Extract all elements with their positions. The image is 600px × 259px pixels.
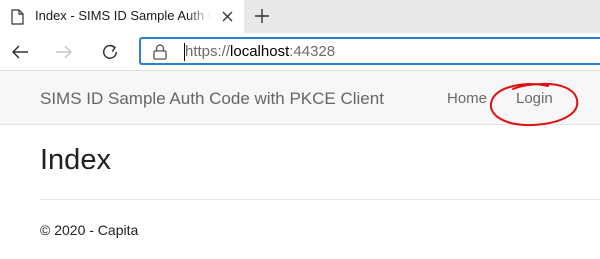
site-brand-link[interactable]: SIMS ID Sample Auth Code with PKCE Clien… bbox=[40, 89, 384, 109]
site-navbar: SIMS ID Sample Auth Code with PKCE Clien… bbox=[0, 71, 600, 125]
footer-divider bbox=[40, 199, 600, 200]
url-scheme: https:// bbox=[185, 43, 231, 60]
browser-tab[interactable]: Index - SIMS ID Sample Auth Code with PK… bbox=[0, 0, 244, 33]
tab-strip: Index - SIMS ID Sample Auth Code with PK… bbox=[0, 0, 600, 33]
url-text: https://localhost:44328 bbox=[185, 43, 335, 60]
footer-text: © 2020 - Capita bbox=[40, 222, 139, 238]
tab-title: Index - SIMS ID Sample Auth Code with PK… bbox=[35, 8, 211, 23]
back-arrow-icon[interactable] bbox=[11, 43, 29, 61]
forward-arrow-icon[interactable] bbox=[55, 43, 73, 61]
page-icon bbox=[11, 9, 24, 25]
address-bar[interactable]: https://localhost:44328 bbox=[139, 37, 600, 65]
url-port: :44328 bbox=[289, 43, 336, 60]
nav-login-link[interactable]: Login bbox=[516, 90, 553, 107]
navigation-bar: https://localhost:44328 bbox=[0, 33, 600, 71]
new-tab-icon[interactable] bbox=[254, 8, 270, 24]
close-icon[interactable] bbox=[222, 11, 233, 22]
url-host: localhost bbox=[230, 43, 290, 60]
nav-home-link[interactable]: Home bbox=[447, 90, 487, 107]
lock-icon bbox=[153, 44, 167, 60]
page-title: Index bbox=[40, 144, 111, 176]
refresh-icon[interactable] bbox=[101, 43, 119, 61]
